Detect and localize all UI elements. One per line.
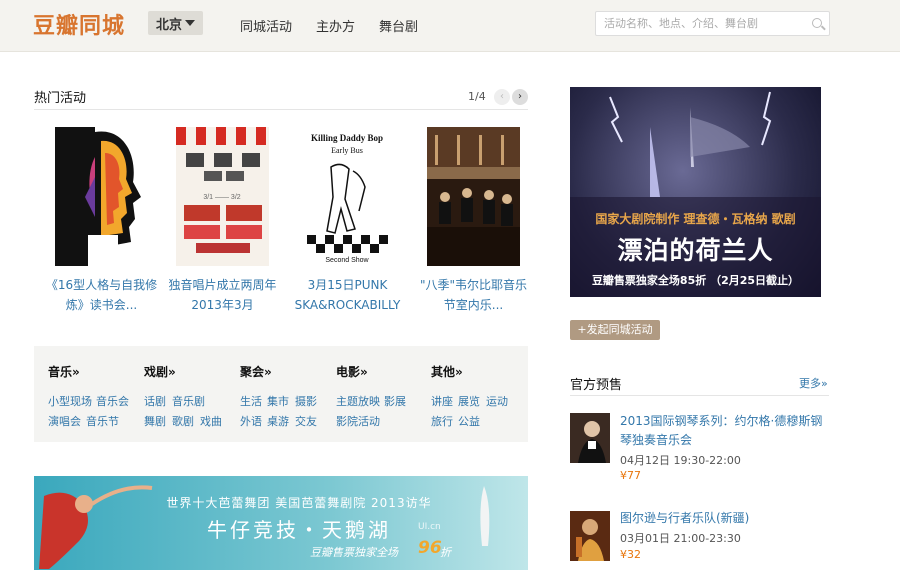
nav-events[interactable]: 同城活动 bbox=[240, 16, 292, 35]
banner-line-3: 豆瓣售票独家全场 bbox=[310, 546, 398, 559]
presale-title-2[interactable]: 图尔逊与行者乐队(新疆) bbox=[620, 509, 830, 528]
banner-line-1: 世界十大芭蕾舞团 美国芭蕾舞剧院 2013访华 bbox=[166, 496, 432, 510]
band-photo bbox=[570, 511, 610, 561]
divider bbox=[34, 109, 528, 110]
category-link[interactable]: 话剧 bbox=[144, 393, 166, 409]
banner-discount-suffix: 折 bbox=[440, 546, 451, 559]
presale-time-1: 04月12日 19:30-22:00 bbox=[620, 454, 741, 467]
event-poster-4[interactable] bbox=[427, 127, 520, 266]
ballet-banner-ad[interactable]: 世界十大芭蕾舞团 美国芭蕾舞剧院 2013访华 牛仔竞技・天鹅湖 豆瓣售票独家全… bbox=[34, 476, 528, 570]
search-icon[interactable] bbox=[812, 18, 822, 28]
presale-thumb-2[interactable] bbox=[570, 511, 610, 561]
event-caption-4[interactable]: "八季"韦尔比耶音乐节室内乐... bbox=[416, 275, 531, 315]
category-link[interactable]: 展览 bbox=[458, 393, 480, 409]
poster2-date: 3/1 —— 3/2 bbox=[203, 194, 240, 201]
category-link[interactable]: 影院活动 bbox=[336, 413, 380, 429]
category-link[interactable]: 舞剧 bbox=[144, 413, 166, 429]
city-selector[interactable]: 北京 bbox=[148, 11, 203, 35]
orchestra-photo bbox=[427, 127, 520, 266]
chevron-down-icon bbox=[185, 20, 195, 26]
carousel-next-button[interactable]: › bbox=[512, 89, 528, 105]
banner-discount: 96 bbox=[418, 538, 442, 558]
pianist-photo bbox=[570, 413, 610, 463]
category-link[interactable]: 音乐会 bbox=[96, 393, 129, 409]
poster3-title: Killing Daddy Bop bbox=[311, 133, 383, 143]
nav-stage-plays[interactable]: 舞台剧 bbox=[379, 16, 418, 35]
poster3-footer: Second Show bbox=[325, 257, 369, 264]
category-link[interactable]: 主题放映 bbox=[336, 393, 380, 409]
event-poster-2[interactable]: 3/1 —— 3/2 bbox=[176, 127, 269, 266]
presale-thumb-1[interactable] bbox=[570, 413, 610, 463]
category-link[interactable]: 摄影 bbox=[295, 393, 317, 409]
opera-ad-banner[interactable]: 国家大剧院制作 理查德・瓦格纳 歌剧 漂泊的荷兰人 豆瓣售票独家全场85折 （2… bbox=[570, 87, 821, 297]
carousel-page-indicator: 1/4 bbox=[468, 90, 486, 103]
presale-title-1[interactable]: 2013国际钢琴系列：约尔格·德穆斯钢琴独奏音乐会 bbox=[620, 412, 830, 450]
more-link[interactable]: 更多» bbox=[799, 375, 828, 391]
event-caption-1[interactable]: 《16型人格与自我修炼》读书会... bbox=[44, 275, 159, 315]
category-party[interactable]: 聚会» bbox=[240, 363, 272, 380]
category-other[interactable]: 其他» bbox=[431, 363, 463, 380]
search-box bbox=[595, 11, 830, 36]
poster3-subtitle: Early Bus bbox=[331, 146, 363, 155]
site-logo[interactable]: 豆瓣同城 bbox=[33, 8, 125, 40]
category-link[interactable]: 桌游 bbox=[267, 413, 289, 429]
category-link[interactable]: 交友 bbox=[295, 413, 317, 429]
category-link[interactable]: 演唱会 bbox=[48, 413, 81, 429]
start-event-button[interactable]: +发起同城活动 bbox=[570, 320, 660, 340]
ad-line-3: 豆瓣售票独家全场85折 （2月25日截止） bbox=[591, 274, 800, 287]
category-film[interactable]: 电影» bbox=[336, 363, 368, 380]
watermark: UI.cn bbox=[418, 522, 441, 532]
category-link[interactable]: 公益 bbox=[458, 413, 480, 429]
category-link[interactable]: 影展 bbox=[384, 393, 406, 409]
awning-poster-illustration: 3/1 —— 3/2 bbox=[176, 127, 269, 266]
hot-events-title: 热门活动 bbox=[34, 91, 87, 106]
ad-line-1: 国家大剧院制作 理查德・瓦格纳 歌剧 bbox=[595, 212, 796, 226]
category-music[interactable]: 音乐» bbox=[48, 363, 80, 380]
category-link[interactable]: 生活 bbox=[240, 393, 262, 409]
category-link[interactable]: 音乐剧 bbox=[172, 393, 205, 409]
presale-price-1: ¥77 bbox=[620, 469, 641, 482]
nav-organizers[interactable]: 主办方 bbox=[316, 16, 355, 35]
dancer-drawing-illustration: Killing Daddy Bop Early Bus Second Show bbox=[301, 127, 394, 266]
face-silhouette-illustration bbox=[55, 127, 148, 266]
category-link[interactable]: 集市 bbox=[267, 393, 289, 409]
event-poster-3[interactable]: Killing Daddy Bop Early Bus Second Show bbox=[301, 127, 394, 266]
banner-line-2: 牛仔竞技・天鹅湖 bbox=[207, 518, 391, 542]
ad-line-2: 漂泊的荷兰人 bbox=[617, 236, 774, 265]
official-presale-title: 官方预售 bbox=[570, 378, 623, 393]
presale-price-2: ¥32 bbox=[620, 548, 641, 561]
category-link[interactable]: 戏曲 bbox=[200, 413, 222, 429]
category-link[interactable]: 旅行 bbox=[431, 413, 453, 429]
event-caption-3[interactable]: 3月15日PUNK SKA&ROCKABILLY bbox=[290, 275, 405, 315]
category-drama[interactable]: 戏剧» bbox=[144, 363, 176, 380]
search-input[interactable] bbox=[596, 12, 801, 35]
carousel-prev-button[interactable]: ‹ bbox=[494, 89, 510, 105]
event-caption-2[interactable]: 独音唱片成立两周年2013年3月 bbox=[165, 275, 280, 315]
category-link[interactable]: 歌剧 bbox=[172, 413, 194, 429]
category-link[interactable]: 外语 bbox=[240, 413, 262, 429]
category-link[interactable]: 运动 bbox=[486, 393, 508, 409]
city-label: 北京 bbox=[156, 18, 183, 33]
event-poster-1[interactable] bbox=[55, 127, 148, 266]
top-bar: 豆瓣同城 北京 同城活动 主办方 舞台剧 bbox=[0, 0, 900, 52]
category-link[interactable]: 讲座 bbox=[431, 393, 453, 409]
category-link[interactable]: 小型现场 bbox=[48, 393, 92, 409]
divider bbox=[570, 395, 829, 396]
presale-time-2: 03月01日 21:00-23:30 bbox=[620, 532, 741, 545]
category-link[interactable]: 音乐节 bbox=[86, 413, 119, 429]
